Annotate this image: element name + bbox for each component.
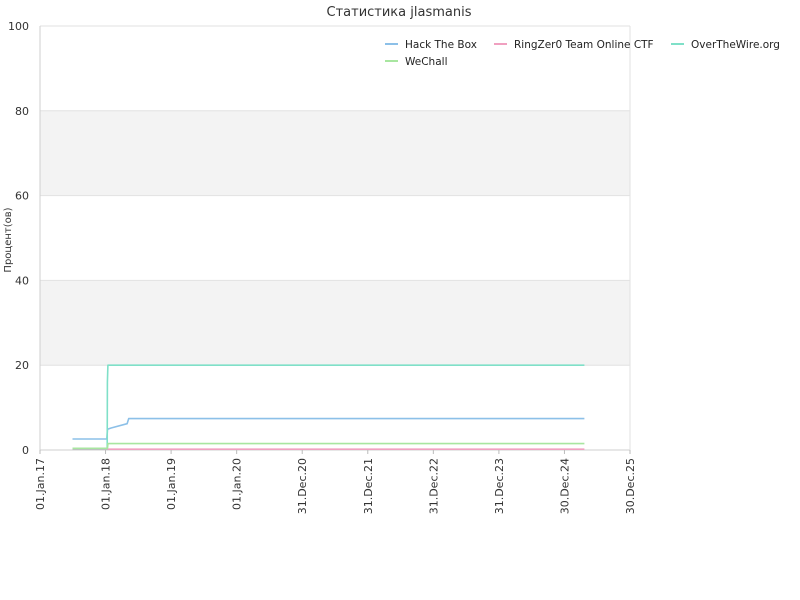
grid-band: [40, 280, 630, 366]
x-tick-label: 31.Dec.21: [362, 458, 375, 514]
x-tick-label: 31.Dec.23: [493, 458, 506, 514]
series-line-3: [72, 442, 585, 450]
grid-band: [40, 110, 630, 196]
legend: Hack The Box RingZer0 Team Online CTF Over…: [385, 39, 780, 68]
y-tick-label: 60: [15, 190, 29, 203]
x-tick-label: 30.Dec.24: [558, 458, 571, 514]
series-line-0: [72, 417, 585, 440]
y-axis-title: Процент(ов): [3, 207, 14, 272]
grid-bands: [40, 110, 630, 366]
x-tick-label: 01.Jan.18: [100, 458, 113, 510]
y-tick-label: 100: [8, 20, 29, 33]
axes: [39, 26, 631, 451]
x-tick-label: 01.Jan.19: [165, 458, 178, 510]
y-tick-label: 80: [15, 105, 29, 118]
legend-label: OverTheWire.org: [691, 39, 780, 51]
legend-label: WeChall: [405, 56, 447, 68]
chart-title: Статистика jlasmanis: [327, 5, 472, 20]
x-axis-ticks: 01.Jan.17 01.Jan.18 01.Jan.19 01.Jan.20 31.D…: [34, 450, 637, 514]
gridlines: [40, 25, 630, 451]
y-tick-label: 0: [22, 444, 29, 457]
legend-label: RingZer0 Team Online CTF: [514, 39, 654, 51]
series-line-2: [72, 364, 585, 450]
x-tick-label: 01.Jan.17: [34, 458, 47, 510]
series-lines: [72, 364, 585, 451]
chart: Статистика jlasmanis 0 20 40 60 80 100 01.Jan…: [3, 5, 780, 514]
x-tick-label: 01.Jan.20: [231, 458, 244, 510]
y-tick-label: 20: [15, 359, 29, 372]
x-tick-label: 30.Dec.25: [624, 458, 637, 514]
x-tick-label: 31.Dec.20: [296, 458, 309, 514]
x-tick-label: 31.Dec.22: [427, 458, 440, 514]
y-tick-label: 40: [15, 274, 29, 287]
legend-label: Hack The Box: [405, 39, 477, 51]
